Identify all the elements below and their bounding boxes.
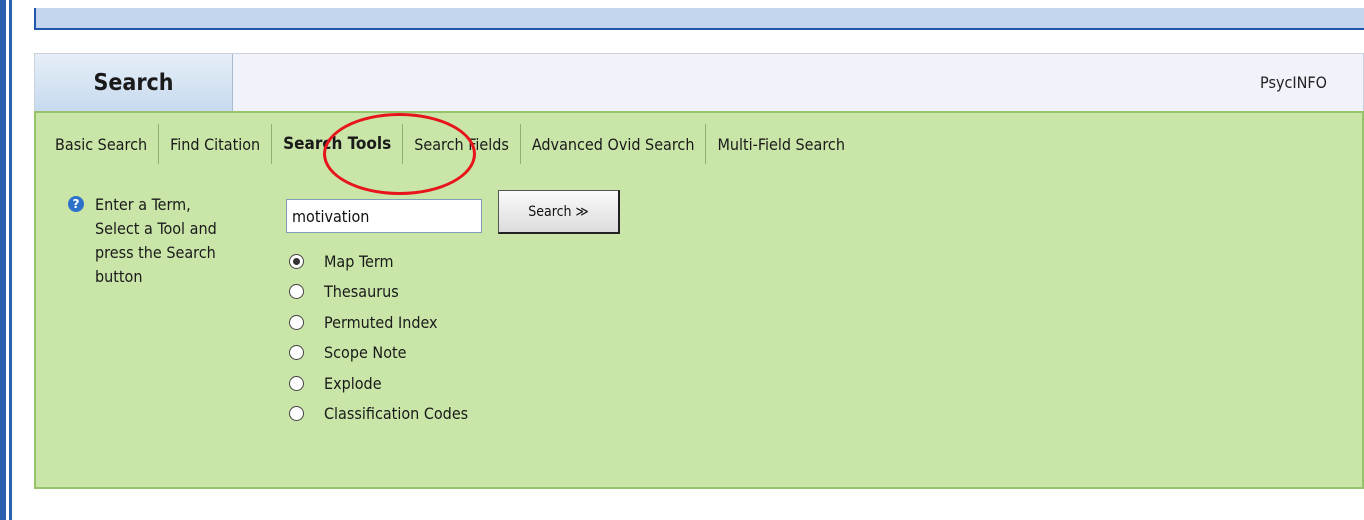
left-frame-bar — [0, 0, 6, 520]
top-banner — [34, 8, 1364, 30]
left-frame-bar-thin — [9, 0, 12, 520]
radio-button[interactable] — [289, 345, 304, 361]
help-line: press the Search — [95, 243, 216, 262]
top-banner-edge — [34, 8, 36, 30]
tool-label: Scope Note — [324, 343, 407, 363]
tool-option-thesaurus[interactable]: Thesaurus — [289, 277, 468, 308]
tool-label: Map Term — [324, 251, 394, 271]
tab-search-fields[interactable]: Search Fields — [403, 124, 521, 164]
tool-option-scope-note[interactable]: Scope Note — [289, 338, 468, 369]
tab-multi-field-search[interactable]: Multi-Field Search — [706, 124, 856, 164]
search-term-input[interactable] — [286, 199, 482, 233]
tool-option-classification-codes[interactable]: Classification Codes — [289, 399, 468, 430]
radio-button[interactable] — [289, 253, 304, 269]
tab-search-tools[interactable]: Search Tools — [272, 124, 404, 164]
help-line: button — [95, 267, 143, 286]
question-icon[interactable]: ? — [68, 196, 84, 212]
help-instructions: Enter a Term, Select a Tool and press th… — [95, 193, 265, 289]
search-tool-options: Map Term Thesaurus Permuted Index Scope … — [289, 246, 468, 429]
database-name: PsycINFO — [1260, 73, 1327, 92]
search-main-tab[interactable]: Search — [35, 54, 233, 111]
tool-label: Thesaurus — [324, 282, 399, 302]
radio-button[interactable] — [289, 284, 304, 300]
tool-option-permuted-index[interactable]: Permuted Index — [289, 307, 468, 338]
help-line: Select a Tool and — [95, 219, 217, 238]
tool-option-explode[interactable]: Explode — [289, 368, 468, 399]
tool-option-map-term[interactable]: Map Term — [289, 246, 468, 277]
help-line: Enter a Term, — [95, 195, 191, 214]
radio-button[interactable] — [289, 406, 304, 422]
tab-find-citation[interactable]: Find Citation — [159, 124, 273, 164]
search-header: Search PsycINFO — [34, 53, 1364, 111]
tool-label: Explode — [324, 373, 382, 393]
tab-advanced-ovid-search[interactable]: Advanced Ovid Search — [521, 124, 707, 164]
radio-button[interactable] — [289, 375, 304, 391]
search-tools-panel: Basic Search Find Citation Search Tools … — [34, 111, 1364, 489]
tool-label: Permuted Index — [324, 312, 438, 332]
search-button[interactable]: Search ≫ — [498, 190, 620, 234]
radio-button[interactable] — [289, 314, 304, 330]
tab-basic-search[interactable]: Basic Search — [47, 124, 160, 164]
search-mode-tabs: Basic Search Find Citation Search Tools … — [47, 113, 856, 175]
tool-label: Classification Codes — [324, 404, 469, 424]
